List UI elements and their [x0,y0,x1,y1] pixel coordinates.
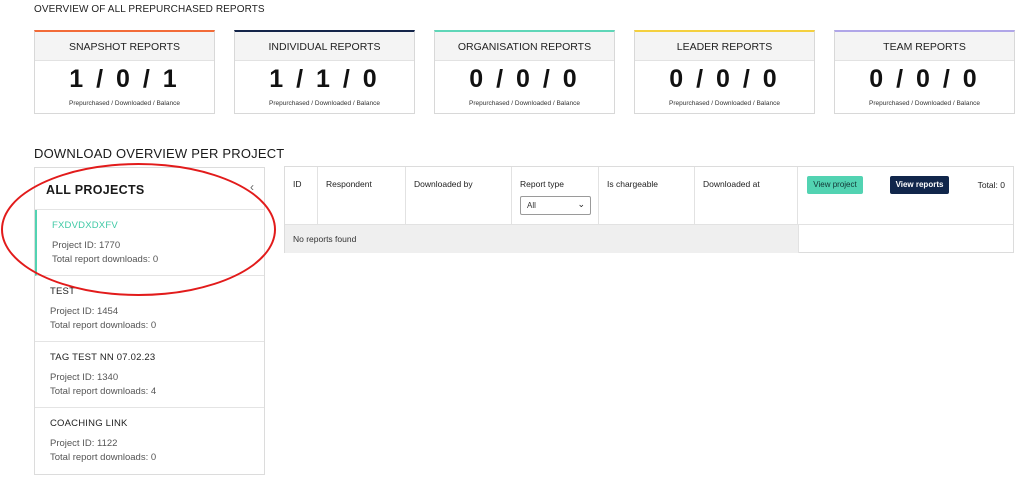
project-id: Project ID: 1122 [50,438,118,449]
column-header-downloaded-at[interactable]: Downloaded at [695,167,798,224]
project-id: Project ID: 1340 [50,372,119,383]
reports-table: ID Respondent Downloaded by Report type … [284,166,1014,253]
table-empty-row-actions [798,224,1013,253]
card-leader-reports: LEADER REPORTS 0 / 0 / 0 Prepurchased / … [634,30,815,114]
total-count: Total: 0 [977,180,1005,190]
project-item[interactable]: COACHING LINK Project ID: 1122 Total rep… [35,408,264,474]
card-caption: Prepurchased / Downloaded / Balance [869,100,980,107]
overview-heading: OVERVIEW OF ALL PREPURCHASED REPORTS [34,4,265,15]
project-id: Project ID: 1454 [50,306,119,317]
card-team-reports: TEAM REPORTS 0 / 0 / 0 Prepurchased / Do… [834,30,1015,114]
card-caption: Prepurchased / Downloaded / Balance [269,100,380,107]
project-downloads: Total report downloads: 0 [50,452,157,463]
card-value: 0 / 0 / 0 [669,65,780,93]
card-caption: Prepurchased / Downloaded / Balance [469,100,580,107]
card-title: INDIVIDUAL REPORTS [235,32,414,61]
project-id: Project ID: 1770 [52,240,121,251]
card-title: LEADER REPORTS [635,32,814,61]
project-name: TAG TEST NN 07.02.23 [50,352,156,363]
column-header-downloaded-by[interactable]: Downloaded by [406,167,512,224]
card-caption: Prepurchased / Downloaded / Balance [669,100,780,107]
column-header-is-chargeable[interactable]: Is chargeable [599,167,695,224]
projects-header: ALL PROJECTS ‹ [35,168,264,210]
download-overview-heading: DOWNLOAD OVERVIEW PER PROJECT [34,146,285,161]
project-item[interactable]: TAG TEST NN 07.02.23 Project ID: 1340 To… [35,342,264,408]
column-header-id[interactable]: ID [285,167,318,224]
view-project-button[interactable]: View project [807,176,863,194]
report-type-label: Report type [520,179,564,189]
card-value: 0 / 0 / 0 [869,65,980,93]
report-type-value: All [527,201,536,210]
project-downloads: Total report downloads: 4 [50,386,157,397]
projects-panel: ALL PROJECTS ‹ FXDVDXDXFV Project ID: 17… [34,167,265,475]
card-value: 1 / 0 / 1 [69,65,180,93]
card-organisation-reports: ORGANISATION REPORTS 0 / 0 / 0 Prepurcha… [434,30,615,114]
card-title: SNAPSHOT REPORTS [35,32,214,61]
card-caption: Prepurchased / Downloaded / Balance [69,100,180,107]
project-name: TEST [50,286,76,297]
project-name: FXDVDXDXFV [52,220,118,231]
project-name: COACHING LINK [50,418,128,429]
card-value: 0 / 0 / 0 [469,65,580,93]
projects-title: ALL PROJECTS [46,183,145,197]
project-item[interactable]: FXDVDXDXFV Project ID: 1770 Total report… [35,210,264,276]
empty-message: No reports found [293,234,357,244]
card-snapshot-reports: SNAPSHOT REPORTS 1 / 0 / 1 Prepurchased … [34,30,215,114]
collapse-icon[interactable]: ‹ [250,180,254,194]
card-title: TEAM REPORTS [835,32,1014,61]
view-reports-button[interactable]: View reports [890,176,949,194]
table-empty-row: No reports found [285,224,798,253]
card-title: ORGANISATION REPORTS [435,32,614,61]
project-downloads: Total report downloads: 0 [50,320,157,331]
project-downloads: Total report downloads: 0 [52,254,159,265]
card-value: 1 / 1 / 0 [269,65,380,93]
column-header-respondent[interactable]: Respondent [318,167,406,224]
report-type-select[interactable]: All ⌄ [520,196,591,215]
chevron-down-icon: ⌄ [577,199,585,209]
project-item[interactable]: TEST Project ID: 1454 Total report downl… [35,276,264,342]
card-individual-reports: INDIVIDUAL REPORTS 1 / 1 / 0 Prepurchase… [234,30,415,114]
